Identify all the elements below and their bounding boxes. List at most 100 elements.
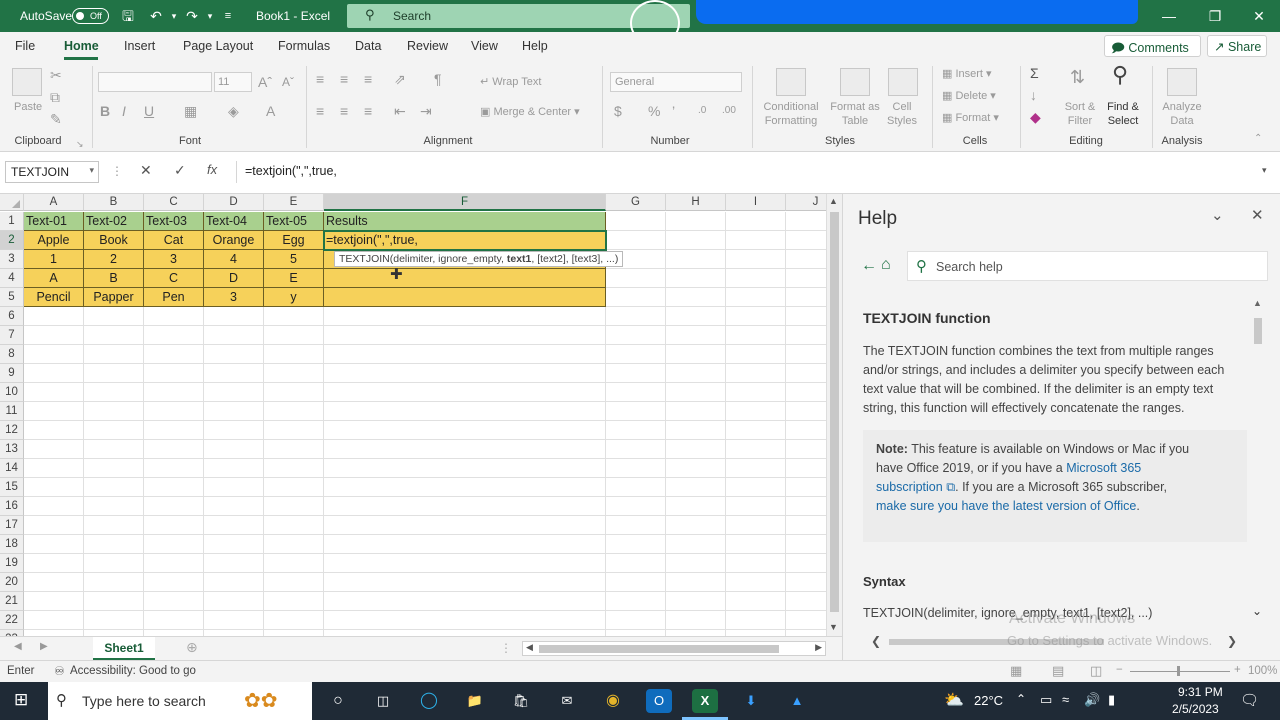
tab-review[interactable]: Review bbox=[407, 39, 448, 53]
empty-cell[interactable] bbox=[204, 516, 264, 535]
empty-cell[interactable] bbox=[24, 592, 84, 611]
empty-cell[interactable] bbox=[84, 402, 144, 421]
empty-cell[interactable] bbox=[666, 554, 726, 573]
empty-cell[interactable] bbox=[264, 554, 324, 573]
empty-cell[interactable] bbox=[144, 535, 204, 554]
table-cell[interactable]: 3 bbox=[204, 288, 264, 307]
empty-cell[interactable] bbox=[144, 421, 204, 440]
empty-cell[interactable] bbox=[726, 592, 786, 611]
empty-cell[interactable] bbox=[666, 345, 726, 364]
empty-cell[interactable] bbox=[726, 611, 786, 630]
table-cell[interactable]: E bbox=[264, 269, 324, 288]
function-tooltip[interactable]: TEXTJOIN(delimiter, ignore_empty, text1,… bbox=[334, 251, 624, 267]
empty-cell[interactable] bbox=[264, 326, 324, 345]
empty-cell[interactable] bbox=[666, 402, 726, 421]
empty-cell[interactable] bbox=[726, 326, 786, 345]
table-cell[interactable]: Text-03 bbox=[144, 212, 204, 231]
fill-color-icon[interactable]: ◈ bbox=[228, 102, 239, 120]
empty-cell[interactable] bbox=[786, 516, 830, 535]
excel-icon[interactable]: X bbox=[692, 689, 718, 713]
row-header[interactable]: 19 bbox=[0, 554, 24, 573]
windows-start-icon[interactable]: ⊞ bbox=[14, 690, 28, 710]
empty-cell[interactable] bbox=[606, 592, 666, 611]
empty-cell[interactable] bbox=[204, 535, 264, 554]
empty-cell[interactable] bbox=[726, 573, 786, 592]
format-as-table-icon[interactable] bbox=[840, 68, 870, 96]
table-cell[interactable]: Results bbox=[324, 212, 606, 231]
scroll-thumb[interactable] bbox=[830, 212, 839, 612]
empty-cell[interactable] bbox=[786, 326, 830, 345]
empty-cell[interactable] bbox=[606, 497, 666, 516]
h-scroll-thumb[interactable] bbox=[539, 645, 779, 653]
table-cell[interactable]: Pencil bbox=[24, 288, 84, 307]
empty-cell[interactable] bbox=[324, 573, 606, 592]
empty-cell[interactable] bbox=[786, 250, 830, 269]
empty-cell[interactable] bbox=[84, 573, 144, 592]
merge-center-button[interactable]: ▣ Merge & Center ▾ bbox=[480, 105, 580, 119]
next-sheet-icon[interactable]: ▶ bbox=[40, 641, 48, 652]
analyze-data-icon[interactable] bbox=[1167, 68, 1197, 96]
latest-version-link[interactable]: make sure you have the latest version of… bbox=[876, 499, 1136, 513]
page-layout-icon[interactable]: ▤ bbox=[1052, 663, 1064, 679]
number-format-box[interactable]: General bbox=[610, 72, 742, 92]
tab-insert[interactable]: Insert bbox=[124, 39, 155, 53]
empty-cell[interactable] bbox=[264, 421, 324, 440]
empty-cell[interactable] bbox=[204, 573, 264, 592]
empty-cell[interactable] bbox=[144, 440, 204, 459]
empty-cell[interactable] bbox=[144, 497, 204, 516]
empty-cell[interactable] bbox=[84, 459, 144, 478]
empty-cell[interactable] bbox=[324, 440, 606, 459]
empty-cell[interactable] bbox=[726, 250, 786, 269]
empty-cell[interactable] bbox=[204, 345, 264, 364]
comments-button[interactable]: 🗩 Comments bbox=[1104, 35, 1201, 57]
column-header[interactable]: A bbox=[24, 194, 84, 211]
paste-label[interactable]: Paste bbox=[14, 100, 42, 114]
collapse-ribbon-icon[interactable]: ⌃ bbox=[1254, 130, 1262, 148]
empty-cell[interactable] bbox=[84, 440, 144, 459]
empty-cell[interactable] bbox=[204, 478, 264, 497]
empty-cell[interactable] bbox=[606, 573, 666, 592]
external-link-icon[interactable]: ⧉ bbox=[946, 480, 955, 494]
empty-cell[interactable] bbox=[726, 554, 786, 573]
cell-styles-icon[interactable] bbox=[888, 68, 918, 96]
empty-cell[interactable] bbox=[24, 516, 84, 535]
scroll-left-icon[interactable]: ❮ bbox=[871, 634, 881, 648]
empty-cell[interactable] bbox=[666, 288, 726, 307]
empty-cell[interactable] bbox=[204, 421, 264, 440]
empty-cell[interactable] bbox=[204, 383, 264, 402]
insert-cells-button[interactable]: ▦ Insert ▾ bbox=[942, 67, 992, 81]
font-name-box[interactable] bbox=[98, 72, 212, 92]
accessibility-status[interactable]: Accessibility: Good to go bbox=[70, 665, 196, 677]
empty-cell[interactable] bbox=[204, 402, 264, 421]
column-header[interactable]: J bbox=[786, 194, 830, 211]
table-cell[interactable]: Text-02 bbox=[84, 212, 144, 231]
tab-home[interactable]: Home bbox=[64, 39, 99, 53]
empty-cell[interactable] bbox=[726, 307, 786, 326]
row-header[interactable]: 22 bbox=[0, 611, 24, 630]
empty-cell[interactable] bbox=[264, 459, 324, 478]
clipboard-launcher-icon[interactable]: ↘ bbox=[76, 135, 84, 153]
empty-cell[interactable] bbox=[786, 421, 830, 440]
empty-cell[interactable] bbox=[726, 402, 786, 421]
empty-cell[interactable] bbox=[144, 592, 204, 611]
empty-cell[interactable] bbox=[666, 535, 726, 554]
empty-cell[interactable] bbox=[204, 364, 264, 383]
empty-cell[interactable] bbox=[204, 307, 264, 326]
empty-cell[interactable] bbox=[24, 478, 84, 497]
scroll-up-icon[interactable]: ▲ bbox=[829, 196, 838, 206]
empty-cell[interactable] bbox=[324, 402, 606, 421]
empty-cell[interactable] bbox=[24, 421, 84, 440]
network-icon[interactable]: ▭ bbox=[1040, 692, 1052, 708]
empty-cell[interactable] bbox=[606, 611, 666, 630]
scroll-up-icon[interactable]: ▲ bbox=[1253, 298, 1262, 308]
column-header[interactable]: C bbox=[144, 194, 204, 211]
customize-qat-icon[interactable]: ≡ bbox=[218, 6, 238, 26]
restore-button[interactable]: ❐ bbox=[1192, 0, 1238, 32]
empty-cell[interactable] bbox=[786, 212, 830, 231]
empty-cell[interactable] bbox=[144, 554, 204, 573]
table-cell[interactable]: C bbox=[144, 269, 204, 288]
empty-cell[interactable] bbox=[786, 364, 830, 383]
empty-cell[interactable] bbox=[264, 440, 324, 459]
empty-cell[interactable] bbox=[84, 383, 144, 402]
row-header[interactable]: 10 bbox=[0, 383, 24, 402]
